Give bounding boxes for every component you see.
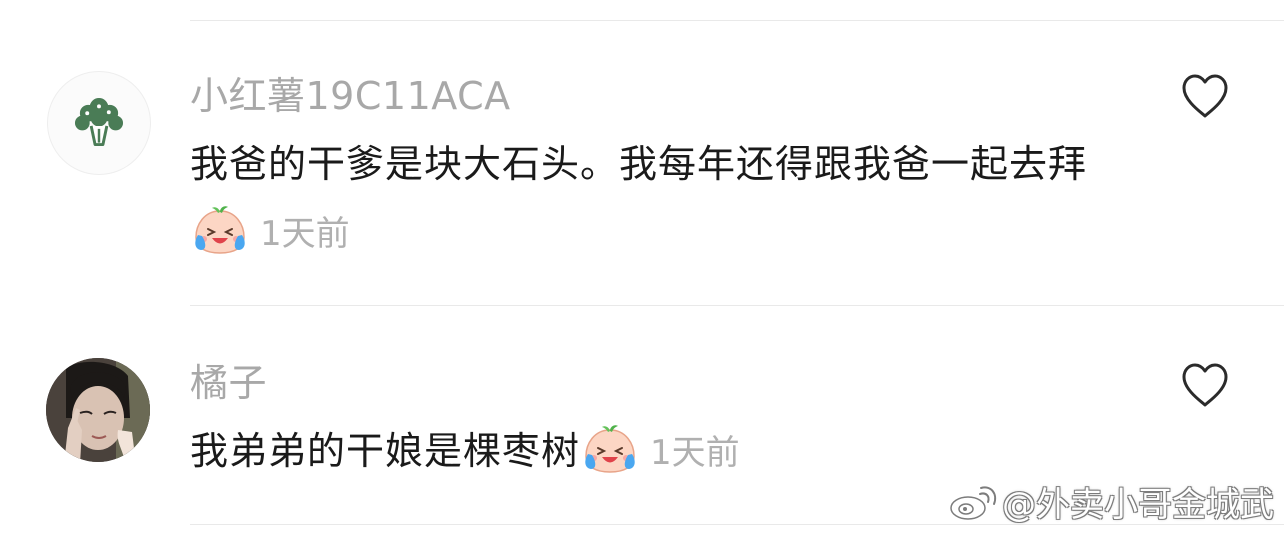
comment-item: 小红薯19C11ACA 我爸的干爹是块大石头。我每年还得跟我爸一起去拜 1天前 (0, 0, 1284, 305)
timestamp: 1天前 (650, 433, 740, 473)
heart-icon (1182, 74, 1228, 118)
comment-text: 我弟弟的干娘是棵枣树 (190, 429, 581, 473)
like-button[interactable] (1180, 73, 1230, 119)
avatar[interactable] (46, 358, 150, 462)
heart-icon (1182, 363, 1228, 407)
comment-text: 我爸的干爹是块大石头。我每年还得跟我爸一起去拜 (190, 142, 1088, 186)
username[interactable]: 小红薯19C11ACA (190, 71, 511, 121)
timestamp: 1天前 (260, 214, 350, 254)
watermark-text: @外卖小哥金城武 (1002, 485, 1274, 525)
crying-laughing-emoji-icon (585, 425, 635, 473)
watermark: @外卖小哥金城武 (948, 477, 1274, 526)
comment-body: 我爸的干爹是块大石头。我每年还得跟我爸一起去拜 1天前 (190, 130, 1100, 268)
avatar[interactable] (47, 71, 151, 175)
like-button[interactable] (1180, 362, 1230, 408)
user-photo-icon (46, 358, 150, 462)
weibo-icon (950, 485, 997, 520)
username[interactable]: 橘子 (190, 358, 267, 408)
broccoli-icon (74, 97, 124, 147)
crying-laughing-emoji-icon (195, 206, 245, 254)
